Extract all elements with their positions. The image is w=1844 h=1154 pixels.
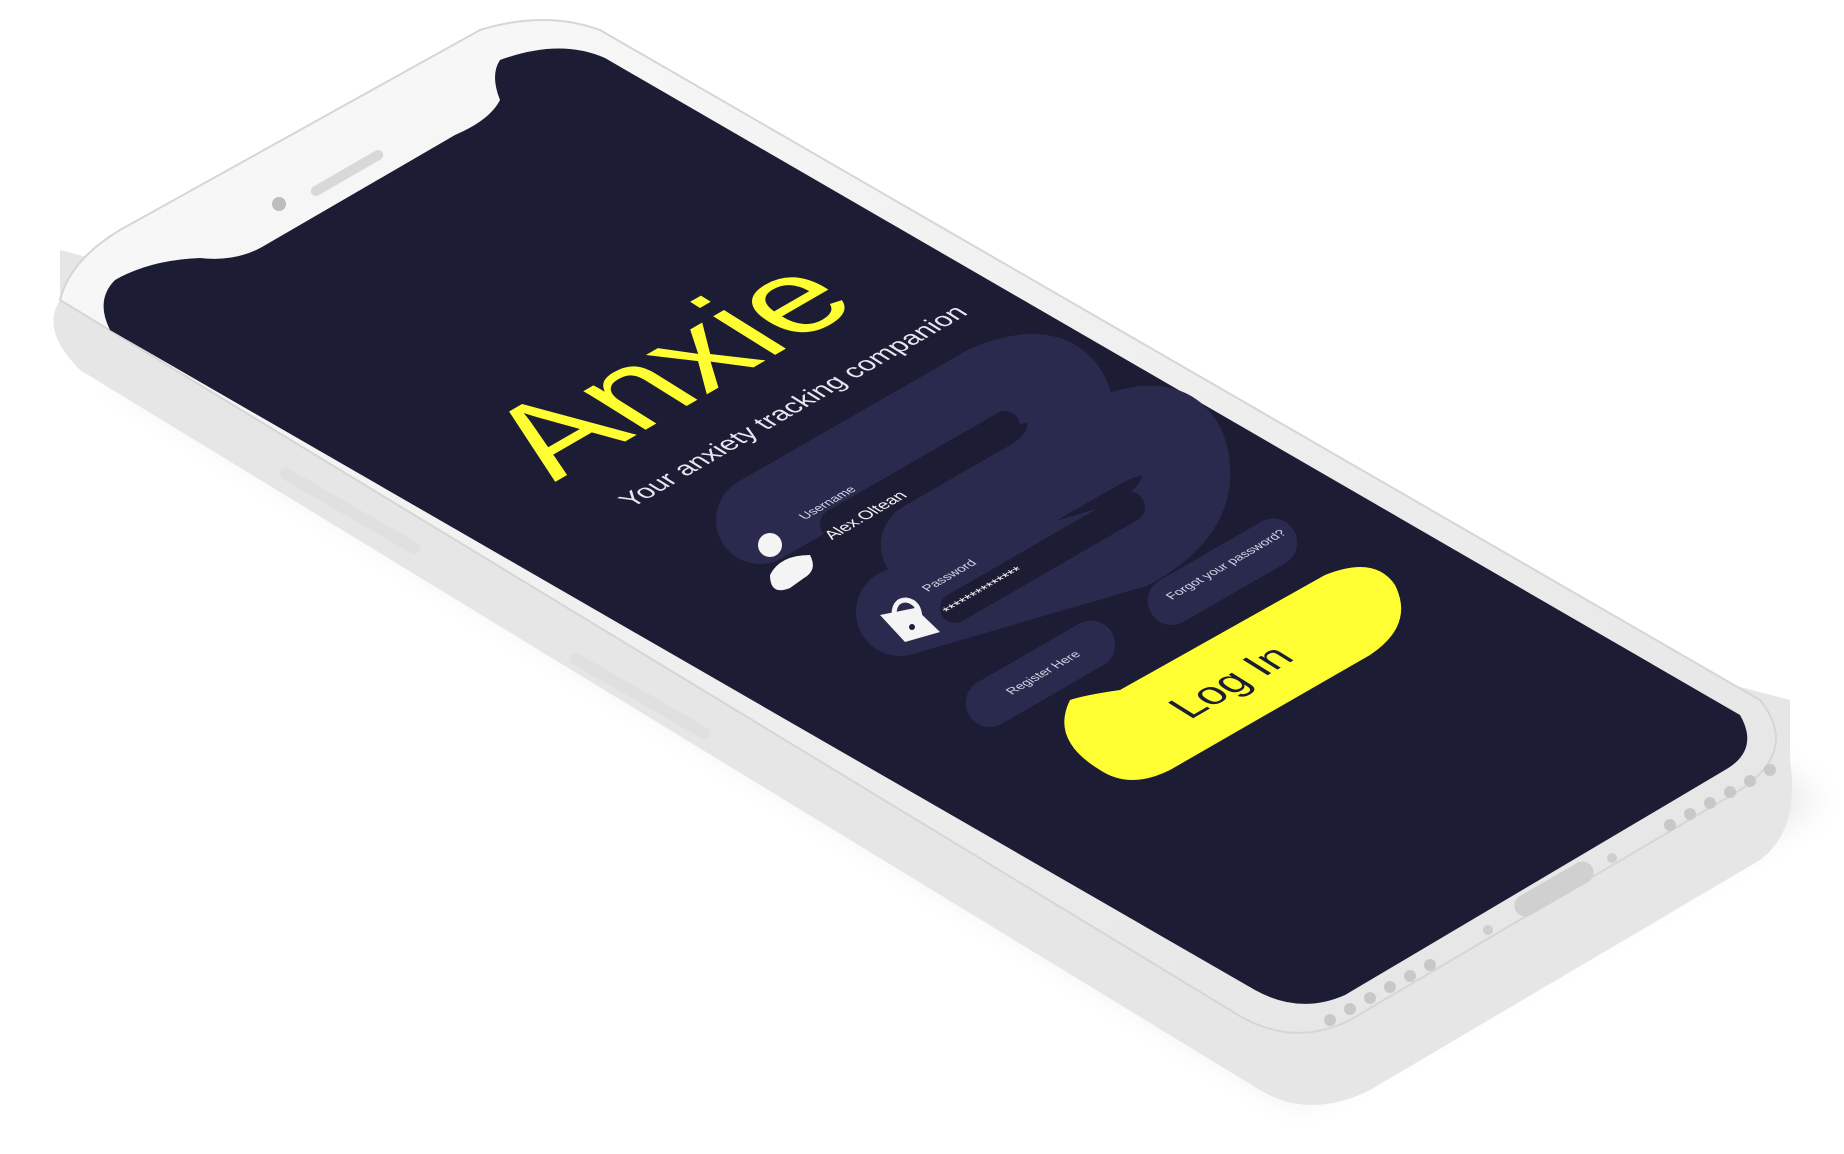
phone-mockup: Anxie Your anxiety tracking companion Us…	[53, 19, 1820, 1105]
mockup-stage: Anxie Your anxiety tracking companion Us…	[0, 0, 1844, 1154]
front-camera	[272, 197, 286, 211]
